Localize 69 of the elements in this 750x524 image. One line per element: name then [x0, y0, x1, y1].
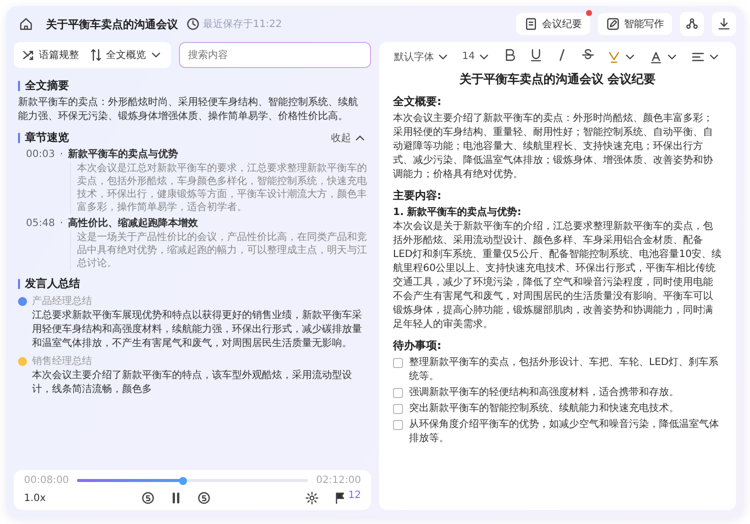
- speaker-name: 销售经理总结: [32, 354, 92, 368]
- chapter-summary: 这是一场关于产品性价比的会议，产品性价比高，在同类产品和竞品中具有绝对优势，缩减起跑的幅力，可以整理成主点，明天与江总讨论。: [70, 231, 367, 270]
- paragraph: 本次会议是关于新款平衡车的介绍，江总要求整理新款平衡车的卖点，包括外形酷炫、采用流动型设计、颜色多样、车身采用铝合金材质、配备LED灯和刹车系统、重量仅5公斤、配备智能控制系统、电池容量10安、续航里程60公里以上、支持快速充电技术、环保出行形式，平衡车相比传统交通工具，减少了环境污染，降低了空气和噪音污染程度，同时使用电能不会产生有害尾气和废气，对周围居民的生活质量没有影响。平衡车可以锻炼身体，提高心肺功能，锻炼腿部肌肉，改善姿势和协调能力，同时满足年轻人的审美需求。: [393, 220, 722, 332]
- save-status: 最近保存于11:22: [186, 17, 282, 31]
- chapter-summary: 本次会议是江总对新款平衡车的要求，江总要求整理新款平衡车的卖点，包括外形酷炫，车身颜色多样化，智能控制系统，快速充电技术，环保出行，健康锻炼等方面，平衡车设计潮流大方，颜色丰富多彩，操作简单易学，适合初学者。: [70, 162, 367, 214]
- speaker-summary: 本次会议主要介绍了新款平衡车的特点，该车型外观酷炫，采用流动型设计，线条简洁流畅，颜色多: [32, 369, 353, 397]
- document-icon: [524, 17, 538, 31]
- meeting-title: 关于平衡车卖点的沟通会议: [46, 16, 178, 32]
- flag-count: 12: [348, 491, 361, 501]
- toolbar-button[interactable]: 会议纪要: [516, 13, 590, 35]
- highlighter-icon: [606, 50, 621, 64]
- document-title: 关于平衡车卖点的沟通会议 会议纪要: [458, 71, 657, 88]
- todo-text: 整理新款平衡车的卖点，包括外形设计、车把、车轮、LED灯、刹车系统等。: [409, 356, 720, 384]
- settings-icon: [305, 491, 320, 505]
- share-icon: [685, 17, 699, 31]
- subheading: 1. 新款平衡车的卖点与优势:: [393, 206, 522, 220]
- home-icon: [19, 17, 33, 31]
- settings-button[interactable]: [305, 491, 320, 505]
- size-dropdown[interactable]: 14: [462, 50, 491, 64]
- forward-button[interactable]: [196, 491, 211, 505]
- speed-button[interactable]: 1.0x: [24, 492, 46, 504]
- download-button[interactable]: [712, 12, 736, 36]
- section-heading: 发言人总结: [25, 276, 80, 291]
- section-heading: 主要内容:: [393, 188, 442, 203]
- todo-text: 强调新款平衡车的轻便结构和高强度材料，适合携带和存放。: [409, 386, 679, 400]
- paragraph: 本次会议主要介绍了新款平衡车的卖点：外形时尚酷炫、颜色丰富多彩；采用轻便的车身结构、重量轻、耐用性好；智能控制系统、自动平衡、自动避障等功能；电池容量大、续航里程长、支持快速充电；环保出行方式、减少污染、降低温室气体排放；锻炼身体、增强体质、改善姿势和协调能力；价格具有绝对优势。: [393, 112, 714, 182]
- total-time: 02:12:00: [316, 475, 361, 486]
- view-toggle[interactable]: 语篇规整: [18, 45, 83, 65]
- checkbox[interactable]: [393, 358, 403, 368]
- underline-icon: [528, 48, 543, 62]
- section-heading: 待办事项:: [393, 338, 442, 353]
- pen-icon: [606, 17, 620, 31]
- section-heading: 章节速览: [25, 130, 69, 145]
- download-icon: [717, 17, 731, 31]
- collapse-button[interactable]: 收起: [331, 130, 367, 144]
- clock-icon: [186, 17, 200, 31]
- font-color-button[interactable]: [648, 50, 679, 64]
- speaker-summary: 江总要求新款平衡车展现优势和特点以获得更好的销售业绩，新款平衡车采用轻便车身结构和高强度材料，续航能力强，环保出行形式，减少碳排放量和温室气体排放，不产生有害尾气和废气，对周围居民生活质量无影响。: [32, 309, 363, 351]
- todo-text: 从环保角度介绍平衡车的优势，如减少空气和噪音污染，降低温室气体排放等。: [409, 418, 720, 446]
- font-color-icon: [648, 50, 663, 64]
- chapter-title: 高性价比、缩减起跑降本增效: [68, 217, 198, 231]
- shuffle-icon: [22, 48, 36, 62]
- chapter-time[interactable]: 05:48: [26, 217, 55, 231]
- bullet: ·: [60, 148, 64, 162]
- section-heading: 全文概要:: [393, 94, 442, 109]
- view-dropdown[interactable]: 全文概览: [85, 45, 167, 65]
- section-heading: 全文摘要: [25, 78, 69, 93]
- checkbox[interactable]: [393, 388, 403, 398]
- progress-handle[interactable]: [179, 476, 188, 484]
- chapter-time[interactable]: 00:03: [26, 148, 55, 162]
- strikethrough-icon: [580, 48, 595, 62]
- share-button[interactable]: [680, 12, 704, 36]
- highlight-button[interactable]: [606, 50, 637, 64]
- rewind-button[interactable]: [140, 491, 155, 505]
- progress-track[interactable]: [76, 479, 308, 482]
- todo-text: 突出新款平衡车的智能控制系统、续航能力和快速充电技术。: [409, 402, 679, 416]
- checkbox[interactable]: [393, 420, 403, 430]
- bullet: ·: [60, 217, 64, 231]
- speaker-name: 产品经理总结: [32, 294, 92, 308]
- summary-text: 新款平衡车的卖点：外形酷炫时尚、采用轻便车身结构、智能控制系统、续航能力强、环保无污染、锻炼身体增强体质、操作简单易学、价格性价比高。: [18, 96, 359, 124]
- elapsed-time: 00:08:00: [24, 475, 69, 486]
- rewind-icon: [140, 491, 155, 505]
- search-field[interactable]: 搜索内容: [179, 42, 371, 68]
- font-dropdown[interactable]: 默认字体: [394, 50, 450, 64]
- sort-icon: [89, 48, 103, 62]
- checkbox[interactable]: [393, 404, 403, 414]
- toolbar-button[interactable]: 智能写作: [598, 13, 672, 35]
- forward-icon: [196, 491, 211, 505]
- chapter-title: 新款平衡车的卖点与优势: [68, 148, 178, 162]
